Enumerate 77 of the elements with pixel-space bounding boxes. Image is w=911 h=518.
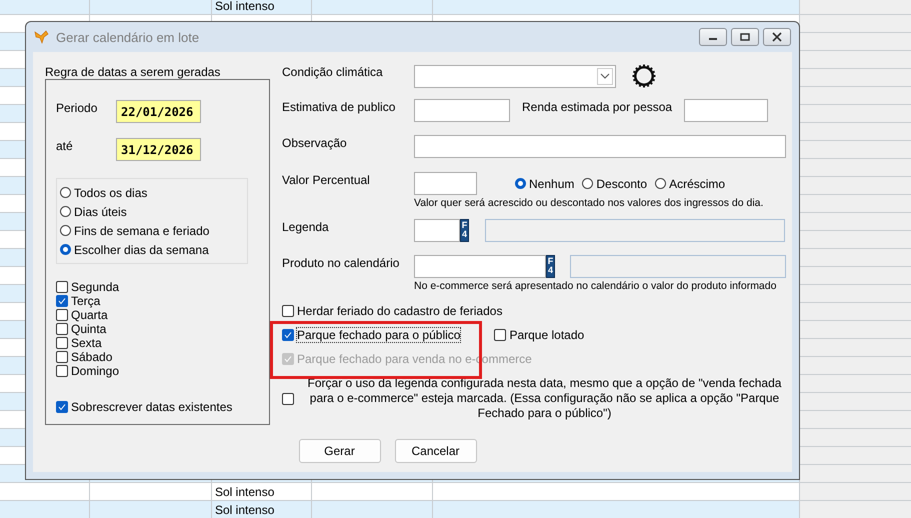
dropdown-field[interactable] <box>414 64 616 88</box>
input-field[interactable] <box>414 172 477 195</box>
input-field[interactable] <box>684 99 768 122</box>
checkbox-label[interactable]: Terça <box>71 294 100 308</box>
input-field[interactable] <box>414 135 786 158</box>
checkbox[interactable] <box>56 365 68 377</box>
field-label: Observação <box>282 135 348 151</box>
field-label: até <box>56 138 74 154</box>
description-field[interactable] <box>570 255 786 278</box>
checkbox-label[interactable]: Quarta <box>71 308 108 322</box>
checkbox[interactable] <box>282 329 294 341</box>
checkbox-label[interactable]: Quinta <box>71 322 106 336</box>
checkbox-label[interactable]: Domingo <box>71 364 120 378</box>
field-label: Estimativa de publico <box>282 99 396 115</box>
generate-button[interactable]: Gerar <box>298 439 380 463</box>
description-field[interactable] <box>485 219 785 242</box>
field-label: Produto no calendário <box>282 255 400 271</box>
input-field[interactable] <box>414 255 546 278</box>
radio-label[interactable]: Fins de semana e feriado <box>74 224 210 238</box>
table-cell: Sol intenso <box>215 484 274 498</box>
date-field[interactable]: 31/12/2026 <box>116 138 201 161</box>
caret-icon <box>597 68 613 84</box>
hint-text: Valor quer será acrescido ou descontado nos valores dos ingressos do dia. <box>414 197 764 209</box>
maximize-icon <box>740 32 750 42</box>
radio-button[interactable] <box>60 206 71 217</box>
checkbox-label[interactable]: Sobrescrever datas existentes <box>71 400 232 414</box>
checkbox[interactable] <box>56 281 68 293</box>
checkbox[interactable] <box>56 295 68 307</box>
date-field[interactable]: 22/01/2026 <box>116 100 201 123</box>
input-field[interactable] <box>414 219 460 242</box>
field-label: Periodo <box>56 100 98 116</box>
checkbox[interactable] <box>282 392 294 404</box>
input-field[interactable] <box>414 99 510 122</box>
checkbox-label[interactable]: Sexta <box>71 336 102 350</box>
shortcut-key[interactable]: F4 <box>460 219 469 242</box>
checkbox[interactable] <box>56 337 68 349</box>
checkbox[interactable] <box>56 351 68 363</box>
radio-label[interactable]: Todos os dias <box>74 186 148 200</box>
checkbox-label[interactable]: Parque lotado <box>509 328 584 342</box>
gear-icon[interactable] <box>632 64 656 88</box>
checkbox-label[interactable]: Segunda <box>71 280 120 294</box>
radio-button[interactable] <box>60 244 71 255</box>
radio-button[interactable] <box>515 178 526 189</box>
hint-text: No e-commerce será apresentado no calendário o valor do produto informado <box>414 280 778 292</box>
checkbox[interactable] <box>282 305 294 317</box>
checkbox[interactable] <box>56 323 68 335</box>
table-cell: Sol intenso <box>215 502 274 516</box>
close-button[interactable] <box>763 28 791 46</box>
radio-label[interactable]: Desconto <box>596 176 648 190</box>
checkbox-label[interactable]: Parque fechado para o público <box>297 328 460 342</box>
shortcut-key[interactable]: F4 <box>546 255 555 278</box>
radio-button[interactable] <box>582 178 594 189</box>
minimize-button[interactable] <box>699 28 727 46</box>
checkbox-label[interactable]: Sábado <box>71 350 112 364</box>
checkbox[interactable] <box>494 329 506 341</box>
cancel-button[interactable]: Cancelar <box>394 439 476 463</box>
radio-label[interactable]: Acréscimo <box>669 176 726 190</box>
bird-icon <box>34 29 50 45</box>
radio-button[interactable] <box>655 178 666 189</box>
radio-button[interactable] <box>60 225 71 236</box>
table-cell: Sol intenso <box>215 0 274 12</box>
checkbox[interactable] <box>56 401 68 413</box>
field-label: Renda estimada por pessoa <box>522 99 672 115</box>
checkbox-label[interactable]: Herdar feriado do cadastro de feriados <box>297 304 502 318</box>
radio-label[interactable]: Nenhum <box>529 176 574 190</box>
checkbox[interactable] <box>56 309 68 321</box>
radio-label[interactable]: Escolher dias da semana <box>74 242 209 256</box>
radio-label[interactable]: Dias úteis <box>74 204 127 218</box>
group-title: Regra de datas a serem geradas <box>45 65 222 79</box>
maximize-button[interactable] <box>731 28 759 46</box>
close-icon <box>772 32 782 42</box>
checkbox-label[interactable]: Forçar o uso da legenda configurada nesta data, mesmo que a opção de "venda fechada para o e-commerce" esteja marcada. (Essa configuração não se aplica a opção "Parque Fechado para o público") <box>297 376 792 421</box>
window-title: Gerar calendário em lote <box>56 30 200 44</box>
field-label: Condição climática <box>282 64 384 80</box>
field-label: Valor Percentual <box>282 172 371 188</box>
radio-button[interactable] <box>60 187 71 198</box>
field-label: Legenda <box>282 219 330 235</box>
